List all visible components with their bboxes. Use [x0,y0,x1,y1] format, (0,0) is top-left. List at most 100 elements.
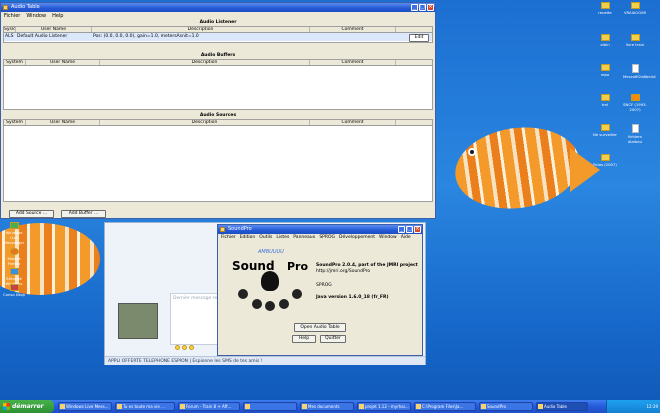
menu-help[interactable]: Help [52,12,63,20]
app-icon [359,404,364,409]
audio-table-window: Audio Table _ □ × Fichier Window Help Au… [0,2,436,219]
soundpro-menubar: Fichier Edition Outils Listes Panneaux S… [218,234,422,242]
system-tray: 12:39 [606,400,660,413]
audio-sources-table: System User Name Description Comment [3,119,433,202]
app-icon [9,284,19,291]
table-row[interactable]: ALS Default Audio Listener Pos: (0.0, 0.… [4,33,432,41]
folder-icon [600,64,610,71]
menu-aide[interactable]: Aide [401,234,411,242]
minimize-button[interactable]: _ [411,4,418,11]
column-header[interactable]: Description [92,27,310,32]
desktop-icon-folder[interactable]: Ne surveiller [593,124,617,137]
desktop-icon-conso[interactable]: Conso Ntop [2,284,26,297]
messenger-banner[interactable]: APPLI OFFERTE TELEPHONE ESPION | Espionn… [105,356,425,365]
taskbar-item[interactable]: C:\Program Files\Ja... [414,402,476,411]
messenger-icon [117,404,122,409]
desktop-icon-folder[interactable]: repo [593,64,617,77]
column-header[interactable]: User Name [26,120,100,125]
menu-window[interactable]: Window [26,12,46,20]
minimize-button[interactable]: _ [398,226,405,233]
taskbar-item[interactable]: Mes documents [300,402,354,411]
desktop-icon-folder[interactable]: albin [593,34,617,47]
audio-table-titlebar[interactable]: Audio Table _ □ × [1,3,435,12]
console-icon [416,404,421,409]
column-header[interactable]: Comment [310,120,396,125]
start-button[interactable]: démarrer [0,400,54,413]
taskbar-item[interactable]: Windows Live Mess... [58,402,112,411]
add-source-button[interactable]: Add Source ... [9,210,54,218]
desktop-icon-firefox[interactable]: Mozilla Firefox [2,248,26,266]
soundpro-titlebar[interactable]: SoundPro _ □ × [218,225,422,234]
messenger-avatar [118,303,158,339]
column-header[interactable]: System [4,120,26,125]
close-button[interactable]: × [414,226,421,233]
column-header[interactable]: Comment [310,27,396,32]
speaker-icon [238,289,248,299]
emoticon-icon[interactable] [182,345,187,350]
desktop-icon-folder[interactable]: VRAIAOG69 [623,2,647,15]
java-icon [538,404,543,409]
media-icon [630,94,640,101]
desktop-icon-folder[interactable]: livre train [623,34,647,47]
desktop-icon-doc[interactable]: fichiers dialbau [623,124,647,144]
emoticon-bar[interactable] [175,345,194,350]
taskbar-item[interactable] [243,402,297,411]
menu-outils[interactable]: Outils [259,234,272,242]
edit-button[interactable]: Edit [409,34,429,42]
maximize-button[interactable]: □ [406,226,413,233]
speaker-icon [252,299,262,309]
column-header[interactable]: User Name [16,27,92,32]
folder-icon [600,94,610,101]
table-header: System User Name Description Comment [4,120,432,126]
clock[interactable]: 12:39 [646,404,658,409]
column-header[interactable]: User Name [26,60,100,65]
menu-panneaux[interactable]: Panneaux [293,234,315,242]
taskbar-item[interactable]: Audio Table [536,402,588,411]
column-header[interactable]: Comment [310,60,396,65]
menu-sprog[interactable]: SPROG [319,234,335,242]
wink-icon[interactable] [189,345,194,350]
taskbar-item[interactable]: Tu es toute ma vie ... [115,402,175,411]
close-button[interactable]: × [427,4,434,11]
soundpro-window: SoundPro _ □ × Fichier Edition Outils Li… [217,224,423,356]
desktop-icon-folder[interactable]: tml [593,94,617,107]
desktop-icon-pdf[interactable]: Mezzo6f2d8be4d [623,64,656,79]
java-icon [220,227,225,232]
window-controls: _ □ × [398,226,421,233]
menu-fichier[interactable]: Fichier [4,12,20,20]
desktop-icon-folder[interactable]: Polos (2007) [593,154,617,167]
folder-icon [630,34,640,41]
column-header[interactable]: Sysld [4,27,16,32]
desktop-icon-messenger[interactable]: Windows Live Messenger [2,222,26,245]
menu-window[interactable]: Window [379,234,397,242]
menu-fichier[interactable]: Fichier [221,234,236,242]
desktop-icon-vlc[interactable]: SNCF (1993-2007) [623,94,647,112]
audio-listener-table: Sysld User Name Description Comment ALS … [3,26,433,43]
open-audio-table-button[interactable]: Open Audio Table [294,323,346,332]
taskbar-item[interactable]: Forum - Train 8 + Aff... [178,402,240,411]
taskbar-item[interactable]: projet 1.12 - myrhai... [357,402,411,411]
taskbar: démarrer Windows Live Mess... Tu es tout… [0,400,660,413]
mascot-icon [261,271,279,291]
menu-listes[interactable]: Listes [276,234,289,242]
folder-icon [600,154,610,161]
menu-developpement[interactable]: Développement [339,234,375,242]
java-icon [3,5,8,10]
column-header[interactable]: Description [100,120,310,125]
add-buffer-button[interactable]: Add Buffer ... [61,210,106,218]
pdf-file-icon [631,64,639,73]
quitter-button[interactable]: Quitter [320,335,346,343]
table-header: System User Name Description Comment [4,60,432,66]
column-header[interactable]: Description [100,60,310,65]
emoticon-icon[interactable] [175,345,180,350]
column-header[interactable]: System [4,60,26,65]
desktop-icon-folder[interactable]: recette [593,2,617,15]
windows-logo-icon [3,403,10,410]
folder-icon [600,34,610,41]
java-icon [481,404,486,409]
soundpro-logo: AMBUUUU Sound Pro [232,249,314,319]
taskbar-item[interactable]: SoundPro [479,402,533,411]
maximize-button[interactable]: □ [419,4,426,11]
menu-edition[interactable]: Edition [240,234,256,242]
help-button[interactable]: Help [292,335,316,343]
